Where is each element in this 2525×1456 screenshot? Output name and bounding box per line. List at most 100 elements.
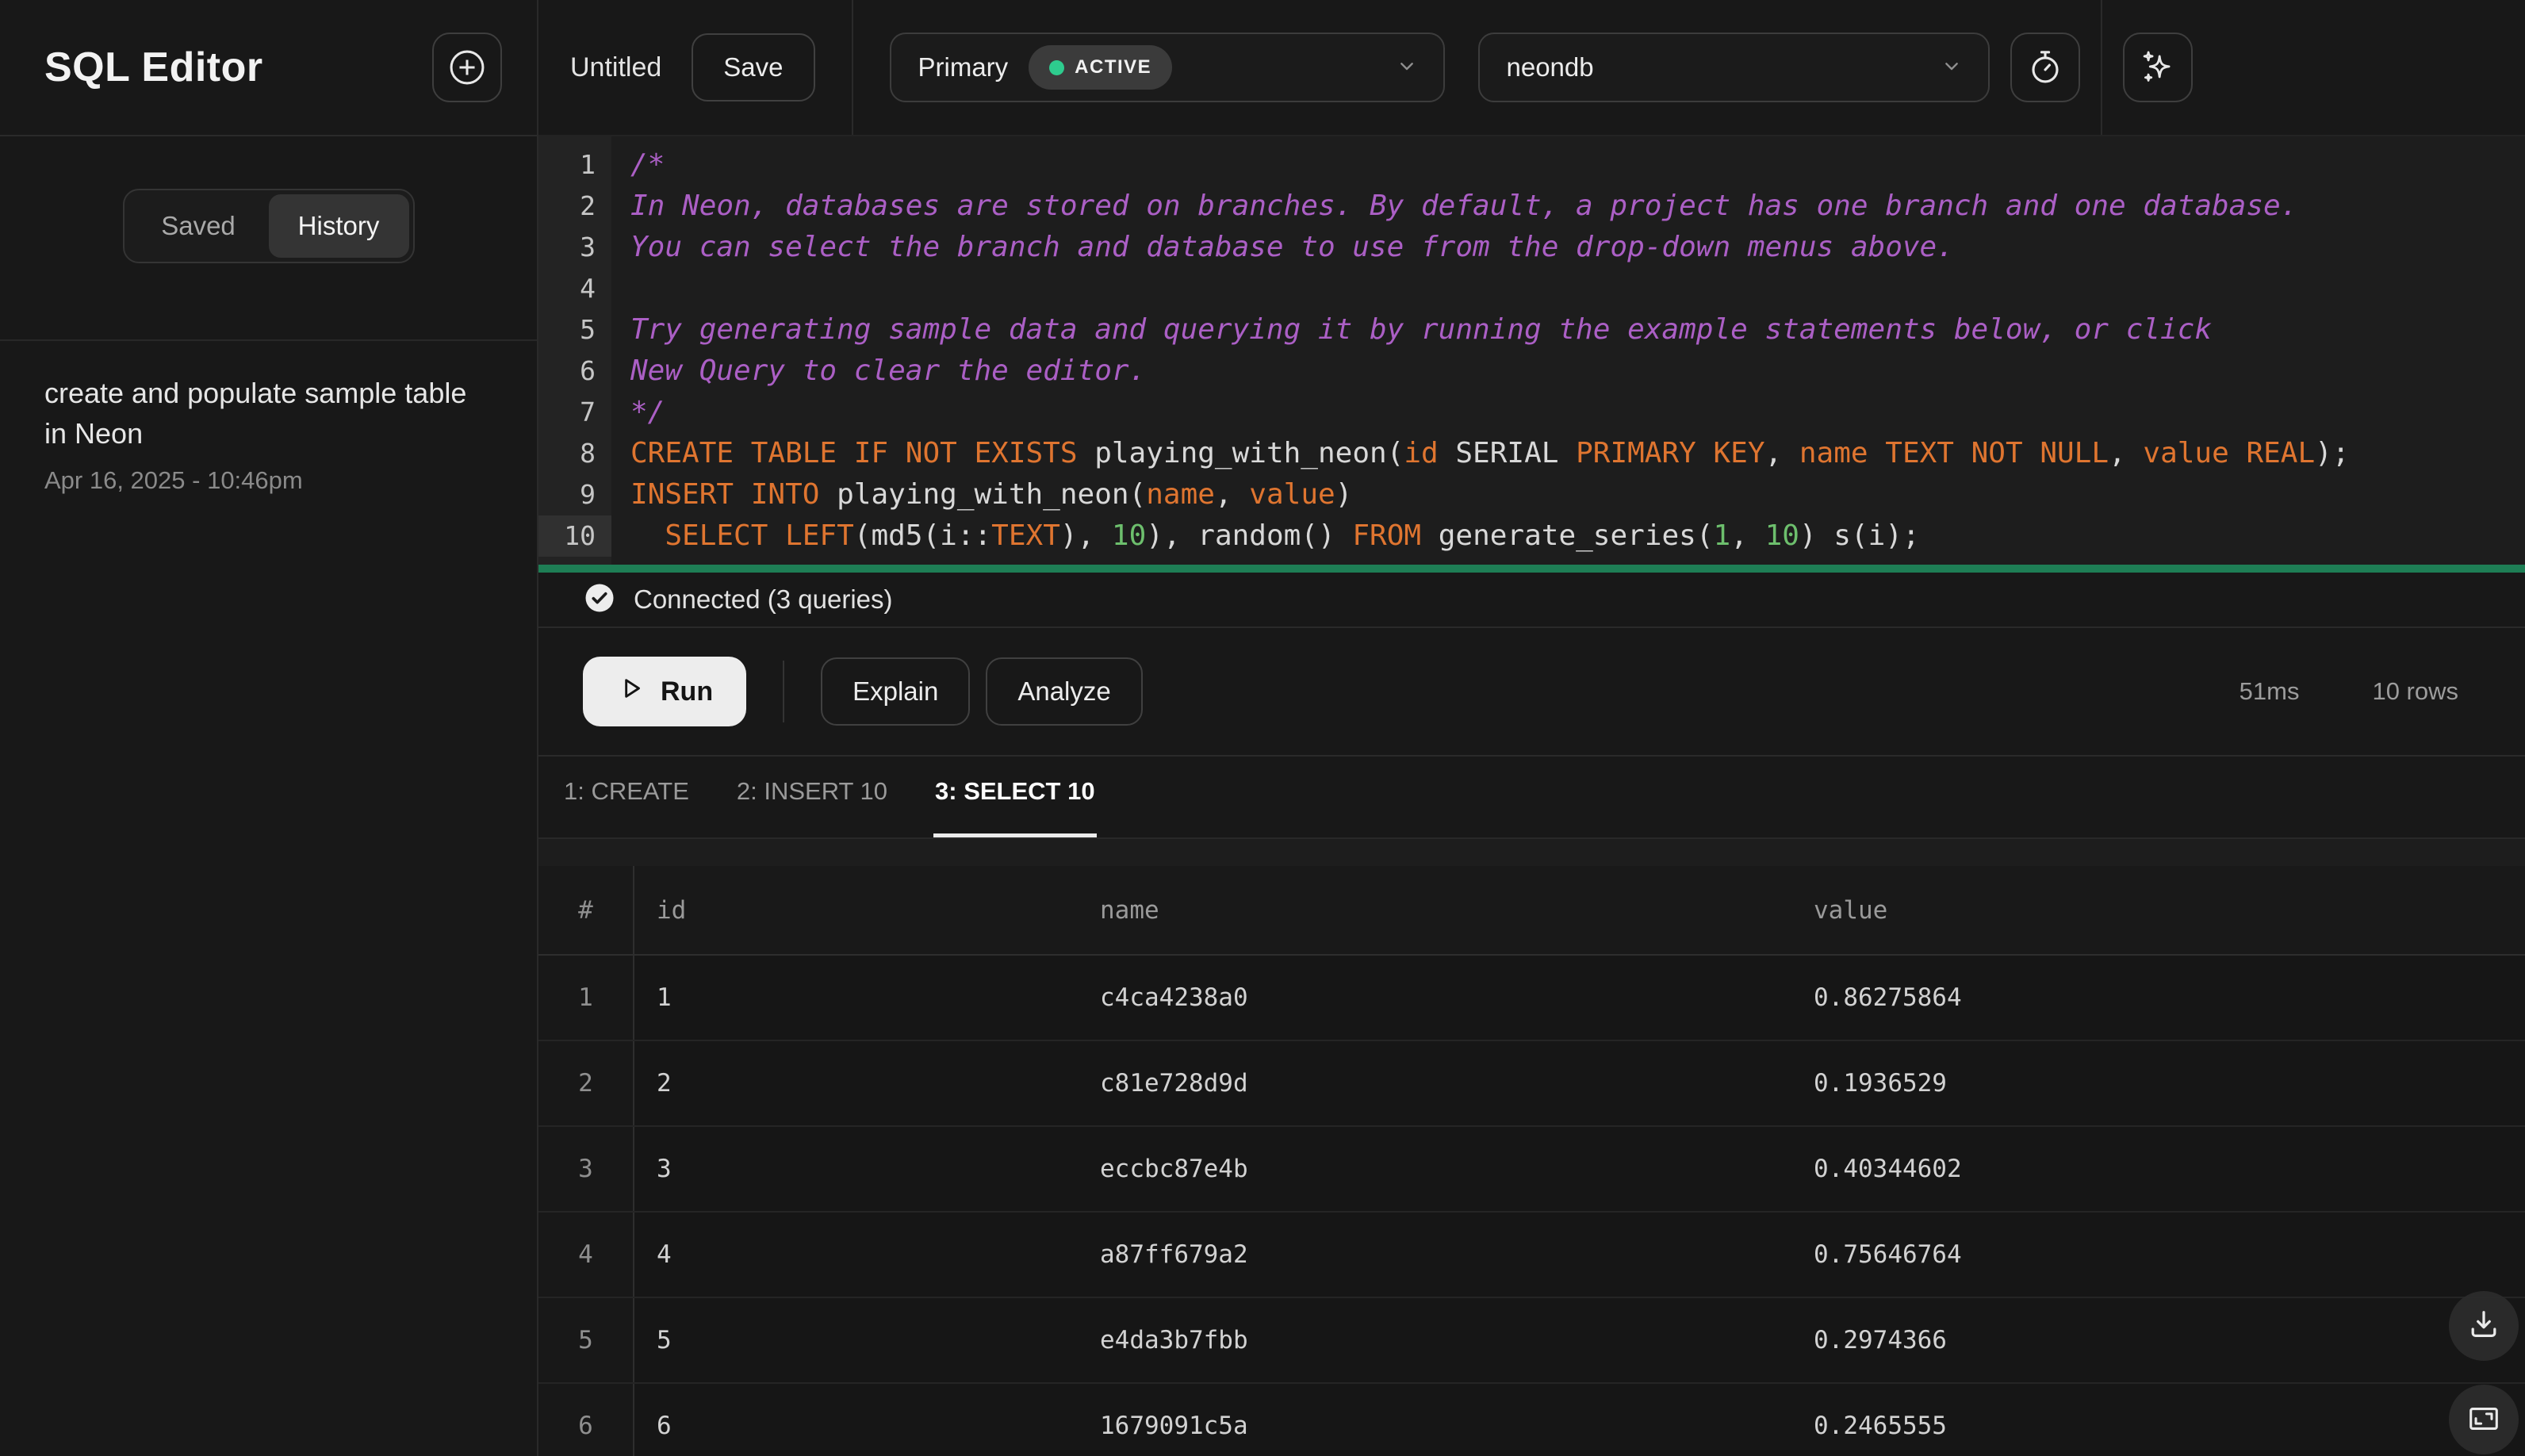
table-row[interactable]: 4 4 a87ff679a2 0.75646764 xyxy=(538,1212,2525,1298)
actions-row: Run Explain Analyze 51ms 10 rows xyxy=(538,628,2525,757)
table-cell: 1 xyxy=(634,955,1078,1041)
table-cell: 6 xyxy=(538,1383,634,1456)
code-token: value xyxy=(1249,478,1335,511)
query-row-count: 10 rows xyxy=(2372,677,2458,705)
table-cell: c81e728d9d xyxy=(1078,1040,1791,1127)
code-token: , xyxy=(1730,519,1765,552)
code-token: value xyxy=(2143,437,2229,469)
branch-status-label: ACTIVE xyxy=(1075,56,1152,78)
result-tab[interactable]: 2: INSERT 10 xyxy=(713,757,911,837)
code-token: SELECT LEFT xyxy=(665,519,854,552)
active-dot-icon xyxy=(1049,59,1065,75)
code-line[interactable]: Try generating sample data and querying … xyxy=(630,309,2525,351)
code-token: id xyxy=(1404,437,1439,469)
new-query-button[interactable] xyxy=(432,33,502,102)
sparkles-icon xyxy=(2137,47,2178,88)
table-cell: 5 xyxy=(634,1297,1078,1384)
column-header[interactable]: # xyxy=(538,866,634,956)
table-row[interactable]: 2 2 c81e728d9d 0.1936529 xyxy=(538,1040,2525,1127)
main-panel: Untitled Save Primary ACTIVE neondb 1 2 … xyxy=(538,0,2525,1456)
code-line[interactable]: */ xyxy=(630,392,2525,433)
code-token: , xyxy=(1214,478,1250,511)
table-cell: a87ff679a2 xyxy=(1078,1212,1791,1298)
results-header-row: # id name value xyxy=(538,866,2525,956)
table-row[interactable]: 1 1 c4ca4238a0 0.86275864 xyxy=(538,955,2525,1041)
results-table: # id name value 1 1 c4ca4238a0 0.86275864 2 2 c81… xyxy=(538,866,2525,1456)
column-header[interactable]: name xyxy=(1078,866,1791,956)
query-name[interactable]: Untitled xyxy=(570,52,661,83)
table-cell: 1 xyxy=(538,955,634,1041)
code-token: playing_with_neon( xyxy=(1077,437,1404,469)
history-item-timestamp: Apr 16, 2025 - 10:46pm xyxy=(44,466,303,495)
code-token: , xyxy=(2109,437,2144,469)
connection-status-text: Connected (3 queries) xyxy=(634,584,893,614)
history-item-title: create and populate sample table in Neon xyxy=(44,377,467,450)
line-number: 10 xyxy=(538,515,611,557)
result-tab[interactable]: 1: CREATE xyxy=(540,757,713,837)
table-row[interactable]: 6 6 1679091c5a 0.2465555 xyxy=(538,1383,2525,1456)
table-cell: 2 xyxy=(634,1040,1078,1127)
code-token: FROM xyxy=(1352,519,1422,552)
sql-editor-app: SQL Editor Saved History create and popu… xyxy=(0,0,2525,1456)
actions-divider xyxy=(783,661,785,722)
expand-icon xyxy=(2466,1400,2502,1439)
line-number: 5 xyxy=(580,314,596,345)
analyze-button[interactable]: Analyze xyxy=(986,657,1143,726)
query-history-button[interactable] xyxy=(2010,33,2080,102)
query-duration: 51ms xyxy=(2239,677,2300,705)
code-token: TEXT NOT NULL xyxy=(1885,437,2109,469)
code-line[interactable]: /* xyxy=(630,144,2525,186)
database-select[interactable]: neondb xyxy=(1477,33,1990,102)
code-line[interactable]: In Neon, databases are stored on branche… xyxy=(630,186,2525,227)
table-cell: c4ca4238a0 xyxy=(1078,955,1791,1041)
sql-code-editor[interactable]: 1 2 3 4 5 6 7 8 9 10 /* In Neon, databases are sto… xyxy=(538,136,2525,573)
code-line[interactable]: INSERT INTO playing_with_neon(name, valu… xyxy=(630,474,2525,515)
toolbar-divider xyxy=(851,0,853,135)
tab-saved[interactable]: Saved xyxy=(128,194,269,258)
line-number: 8 xyxy=(580,438,596,469)
table-cell: 6 xyxy=(634,1383,1078,1456)
column-header[interactable]: value xyxy=(1791,866,2525,956)
explain-button[interactable]: Explain xyxy=(821,657,971,726)
branch-select-value: Primary xyxy=(918,52,1009,82)
tab-history[interactable]: History xyxy=(268,194,409,258)
export-results-button[interactable] xyxy=(2449,1291,2519,1361)
table-cell: 4 xyxy=(634,1212,1078,1298)
check-circle-icon xyxy=(583,581,616,619)
table-cell: 4 xyxy=(538,1212,634,1298)
code-token: */ xyxy=(630,396,665,428)
table-cell: 1679091c5a xyxy=(1078,1383,1791,1456)
code-line[interactable]: CREATE TABLE IF NOT EXISTS playing_with_… xyxy=(630,433,2525,474)
code-token: SERIAL xyxy=(1438,437,1577,469)
table-cell: 2 xyxy=(538,1040,634,1127)
expand-results-button[interactable] xyxy=(2449,1385,2519,1454)
query-metrics: 51ms 10 rows xyxy=(2240,677,2458,706)
table-row[interactable]: 5 5 e4da3b7fbb 0.2974366 xyxy=(538,1297,2525,1384)
result-tabs: 1: CREATE 2: INSERT 10 3: SELECT 10 xyxy=(538,757,2525,839)
code-token: ); xyxy=(2315,437,2350,469)
line-number: 3 xyxy=(580,232,596,262)
code-line[interactable] xyxy=(630,268,2525,309)
code-token: INSERT INTO xyxy=(630,478,820,511)
code-line[interactable]: SELECT LEFT(md5(i::TEXT), 10), random() … xyxy=(630,515,2525,557)
branch-select[interactable]: Primary ACTIVE xyxy=(889,33,1445,102)
run-button[interactable]: Run xyxy=(583,657,747,726)
code-token: CREATE TABLE IF NOT EXISTS xyxy=(630,437,1078,469)
save-button[interactable]: Save xyxy=(692,33,815,102)
sidebar: SQL Editor Saved History create and popu… xyxy=(0,0,538,1456)
column-header[interactable]: id xyxy=(634,866,1078,956)
result-tab-label: 3: SELECT 10 xyxy=(935,777,1095,805)
code-line[interactable]: You can select the branch and database t… xyxy=(630,227,2525,268)
run-button-label: Run xyxy=(661,676,714,707)
ai-assist-button[interactable] xyxy=(2122,33,2193,102)
result-tab[interactable]: 3: SELECT 10 xyxy=(911,757,1119,837)
code-token: You can select the branch and database t… xyxy=(630,231,1954,263)
code-line[interactable]: New Query to clear the editor. xyxy=(630,351,2525,392)
table-row[interactable]: 3 3 eccbc87e4b 0.40344602 xyxy=(538,1126,2525,1213)
branch-status-badge: ACTIVE xyxy=(1029,45,1173,90)
history-list-item[interactable]: create and populate sample table in Neon… xyxy=(0,341,537,527)
editor-code[interactable]: /* In Neon, databases are stored on branc… xyxy=(611,136,2525,565)
